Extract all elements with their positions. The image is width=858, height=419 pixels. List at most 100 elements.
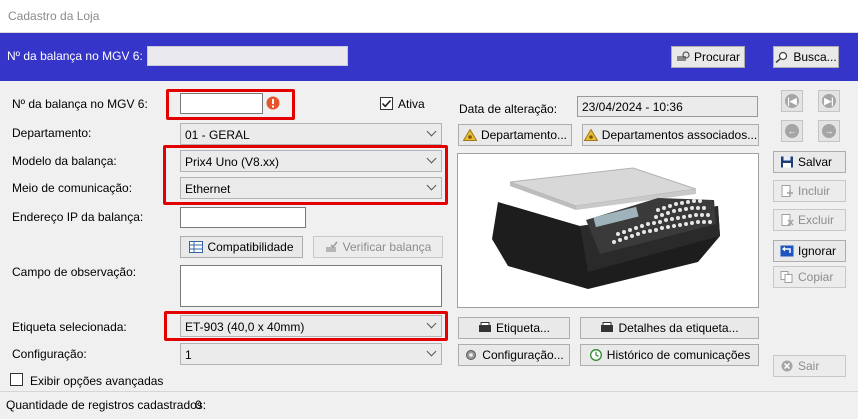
- chevron-down-icon: [426, 126, 437, 137]
- department-value: 01 - GERAL: [185, 128, 250, 142]
- gear-icon: [466, 350, 477, 360]
- chevron-down-icon: [426, 346, 437, 357]
- historico-label: Histórico de comunicações: [606, 348, 751, 362]
- comm-medium-label: Meio de comunicação:: [12, 181, 133, 195]
- label-printer-icon: [601, 322, 614, 332]
- ip-input[interactable]: [180, 207, 306, 228]
- exit-icon: [781, 360, 793, 372]
- detalhes-etiqueta-label: Detalhes da etiqueta...: [618, 321, 739, 335]
- excluir-button[interactable]: Excluir: [773, 209, 846, 231]
- ativa-checkbox[interactable]: [380, 97, 393, 110]
- window-title: Cadastro da Loja: [8, 9, 100, 23]
- compatibilidade-label: Compatibilidade: [207, 240, 294, 254]
- busca-button[interactable]: Busca...: [773, 46, 839, 68]
- salvar-label: Salvar: [798, 155, 833, 169]
- scale-model-select[interactable]: Prix4 Uno (V8.xx): [180, 150, 442, 172]
- detalhes-etiqueta-button[interactable]: Detalhes da etiqueta...: [580, 317, 759, 339]
- record-count-label: Quantidade de registros cadastrados:: [6, 398, 207, 412]
- date-field: 23/04/2024 - 10:36: [577, 96, 758, 117]
- add-document-icon: [781, 185, 793, 197]
- departamentos-associados-label: Departamentos associados...: [601, 128, 758, 142]
- copiar-button[interactable]: Copiar: [773, 266, 846, 288]
- last-record-icon: ▶|: [822, 94, 836, 108]
- search-label: Nº da balança no MGV 6:: [7, 49, 143, 63]
- chevron-down-icon: [426, 318, 437, 329]
- advanced-options-label: Exibir opções avançadas: [30, 374, 164, 388]
- sair-button[interactable]: Sair: [773, 355, 846, 377]
- ignorar-label: Ignorar: [798, 244, 837, 258]
- status-bar: Quantidade de registros cadastrados: 0: [0, 391, 858, 419]
- last-record-button[interactable]: ▶|: [818, 90, 840, 112]
- departamento-button[interactable]: Departamento...: [458, 124, 572, 146]
- floppy-disk-icon: [781, 156, 793, 168]
- exclamation-icon: [266, 96, 280, 110]
- label-selected-label: Etiqueta selecionada:: [12, 320, 127, 334]
- etiqueta-button[interactable]: Etiqueta...: [458, 317, 570, 339]
- procurar-button[interactable]: Procurar: [671, 46, 745, 68]
- comm-medium-select[interactable]: Ethernet: [180, 177, 442, 199]
- scale-check-icon: [325, 241, 338, 252]
- first-record-icon: |◀: [785, 94, 799, 108]
- sair-label: Sair: [798, 359, 820, 373]
- ignorar-button[interactable]: Ignorar: [773, 240, 846, 262]
- department-icon: [462, 129, 477, 141]
- departamentos-associados-button[interactable]: Departamentos associados...: [582, 124, 759, 146]
- configuration-label: Configuração:: [12, 347, 87, 361]
- observation-textarea[interactable]: [180, 265, 442, 307]
- search-scale-number-input[interactable]: [147, 46, 348, 66]
- undo-icon: [780, 245, 794, 257]
- ip-label: Endereço IP da balança:: [12, 210, 144, 224]
- scale-model-label: Modelo da balança:: [12, 154, 117, 168]
- advanced-options-checkbox[interactable]: [10, 373, 23, 386]
- configuracao-label: Configuração...: [482, 348, 564, 362]
- arrow-left-icon: ←: [785, 124, 799, 138]
- salvar-button[interactable]: Salvar: [773, 151, 846, 173]
- verificar-balanca-button[interactable]: Verificar balança: [313, 236, 443, 258]
- arrow-right-icon: →: [822, 124, 836, 138]
- incluir-label: Incluir: [798, 184, 831, 198]
- etiqueta-label: Etiqueta...: [495, 321, 551, 335]
- procurar-label: Procurar: [693, 50, 740, 64]
- department-icon: [583, 129, 598, 141]
- title-bar: Cadastro da Loja: [0, 0, 858, 33]
- checkmark-icon: [381, 99, 392, 108]
- comm-medium-value: Ethernet: [185, 182, 231, 196]
- label-selected-value: ET-903 (40,0 x 40mm): [185, 320, 305, 334]
- scale-number-label: Nº da balança no MGV 6:: [12, 97, 148, 111]
- clock-icon: [589, 349, 602, 361]
- department-label: Departamento:: [12, 126, 92, 140]
- historico-button[interactable]: Histórico de comunicações: [580, 344, 759, 366]
- department-select[interactable]: 01 - GERAL: [180, 123, 442, 145]
- copiar-label: Copiar: [798, 270, 834, 284]
- first-record-button[interactable]: |◀: [781, 90, 803, 112]
- record-count-value: 0: [195, 398, 202, 412]
- scale-image-panel: [457, 153, 759, 308]
- search-bar: Nº da balança no MGV 6: Procurar Busca..…: [0, 33, 858, 81]
- scale-search-icon: [676, 51, 690, 61]
- excluir-label: Excluir: [798, 213, 835, 227]
- date-value: 23/04/2024 - 10:36: [582, 100, 683, 114]
- date-label: Data de alteração:: [459, 102, 558, 116]
- busca-label: Busca...: [793, 50, 837, 64]
- compatibilidade-button[interactable]: Compatibilidade: [180, 236, 303, 258]
- label-selected-select[interactable]: ET-903 (40,0 x 40mm): [180, 315, 442, 337]
- verificar-balanca-label: Verificar balança: [342, 240, 432, 254]
- table-icon: [189, 241, 204, 253]
- departamento-label: Departamento...: [480, 128, 568, 142]
- configuration-value: 1: [185, 348, 192, 362]
- scale-model-value: Prix4 Uno (V8.xx): [185, 155, 280, 169]
- ativa-label: Ativa: [398, 97, 425, 111]
- chevron-down-icon: [426, 180, 437, 191]
- chevron-down-icon: [426, 153, 437, 164]
- magnifier-icon: [775, 51, 788, 63]
- next-record-button[interactable]: →: [818, 120, 840, 142]
- previous-record-button[interactable]: ←: [781, 120, 803, 142]
- configuracao-button[interactable]: Configuração...: [458, 344, 570, 366]
- label-printer-icon: [478, 322, 491, 332]
- incluir-button[interactable]: Incluir: [773, 180, 846, 202]
- scale-number-input[interactable]: [180, 93, 263, 114]
- observation-label: Campo de observação:: [12, 265, 137, 279]
- configuration-select[interactable]: 1: [180, 343, 442, 365]
- scale-image: [492, 167, 720, 289]
- copy-icon: [780, 271, 793, 283]
